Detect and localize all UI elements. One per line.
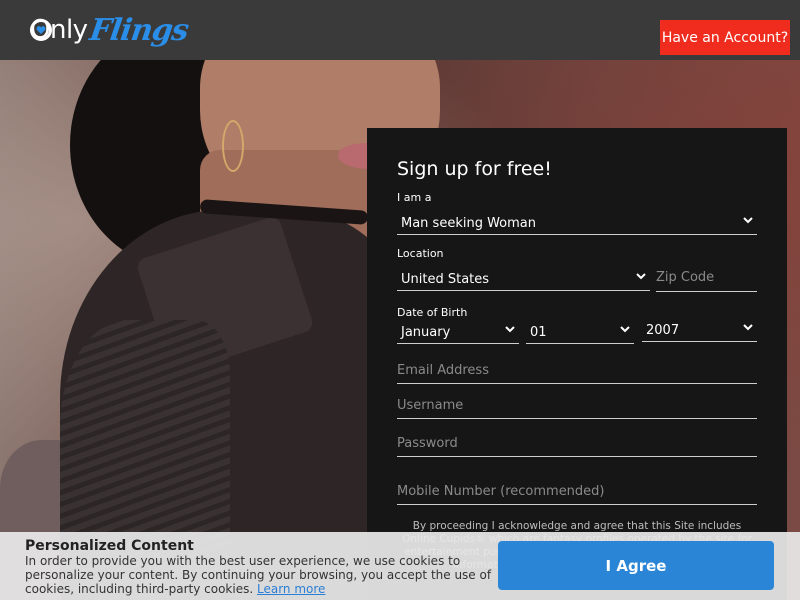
dob-day-select[interactable]: 01 xyxy=(526,320,634,344)
header: Only Flings Have an Account? xyxy=(0,0,800,60)
cookie-banner: Personalized Content In order to provide… xyxy=(0,532,800,600)
username-placeholder: Username xyxy=(397,398,464,413)
dob-month-select[interactable]: January xyxy=(397,320,519,344)
signup-form: Sign up for free! I am a Man seeking Wom… xyxy=(367,128,787,600)
dob-label: Date of Birth xyxy=(397,306,468,319)
site-logo[interactable]: Only Flings xyxy=(30,12,190,48)
zip-code-input[interactable]: Zip Code xyxy=(656,268,757,292)
chevron-down-icon xyxy=(620,326,630,333)
heart-icon xyxy=(30,19,52,41)
chevron-down-icon xyxy=(743,324,753,331)
dob-year-value: 2007 xyxy=(646,323,680,338)
location-label: Location xyxy=(397,247,444,260)
cookie-text: In order to provide you with the best us… xyxy=(25,554,495,596)
dob-day-value: 01 xyxy=(530,325,547,340)
username-field[interactable]: Username xyxy=(397,395,757,419)
chevron-down-icon xyxy=(743,217,753,224)
password-placeholder: Password xyxy=(397,436,458,451)
dob-year-select[interactable]: 2007 xyxy=(642,318,757,342)
cookie-title: Personalized Content xyxy=(25,538,194,554)
password-field[interactable]: Password xyxy=(397,433,757,457)
email-placeholder: Email Address xyxy=(397,363,489,378)
have-account-button[interactable]: Have an Account? xyxy=(660,20,790,55)
dob-month-value: January xyxy=(401,325,451,340)
country-select-value: United States xyxy=(401,272,490,287)
zip-code-placeholder: Zip Code xyxy=(656,270,715,285)
seeking-select-value: Man seeking Woman xyxy=(401,216,537,231)
form-title: Sign up for free! xyxy=(397,158,552,180)
iam-label: I am a xyxy=(397,191,432,204)
learn-more-link[interactable]: Learn more xyxy=(257,582,325,596)
hero-earring xyxy=(222,120,244,172)
chevron-down-icon xyxy=(505,326,515,333)
chevron-down-icon xyxy=(636,273,646,280)
logo-wordmark: Only xyxy=(30,15,88,45)
email-field[interactable]: Email Address xyxy=(397,360,757,384)
agree-button[interactable]: I Agree xyxy=(498,541,774,590)
mobile-number-field[interactable]: Mobile Number (recommended) xyxy=(397,481,757,505)
seeking-select[interactable]: Man seeking Woman xyxy=(397,211,757,235)
logo-flings-text: Flings xyxy=(87,12,190,48)
mobile-placeholder: Mobile Number (recommended) xyxy=(397,484,605,499)
country-select[interactable]: United States xyxy=(397,267,650,291)
